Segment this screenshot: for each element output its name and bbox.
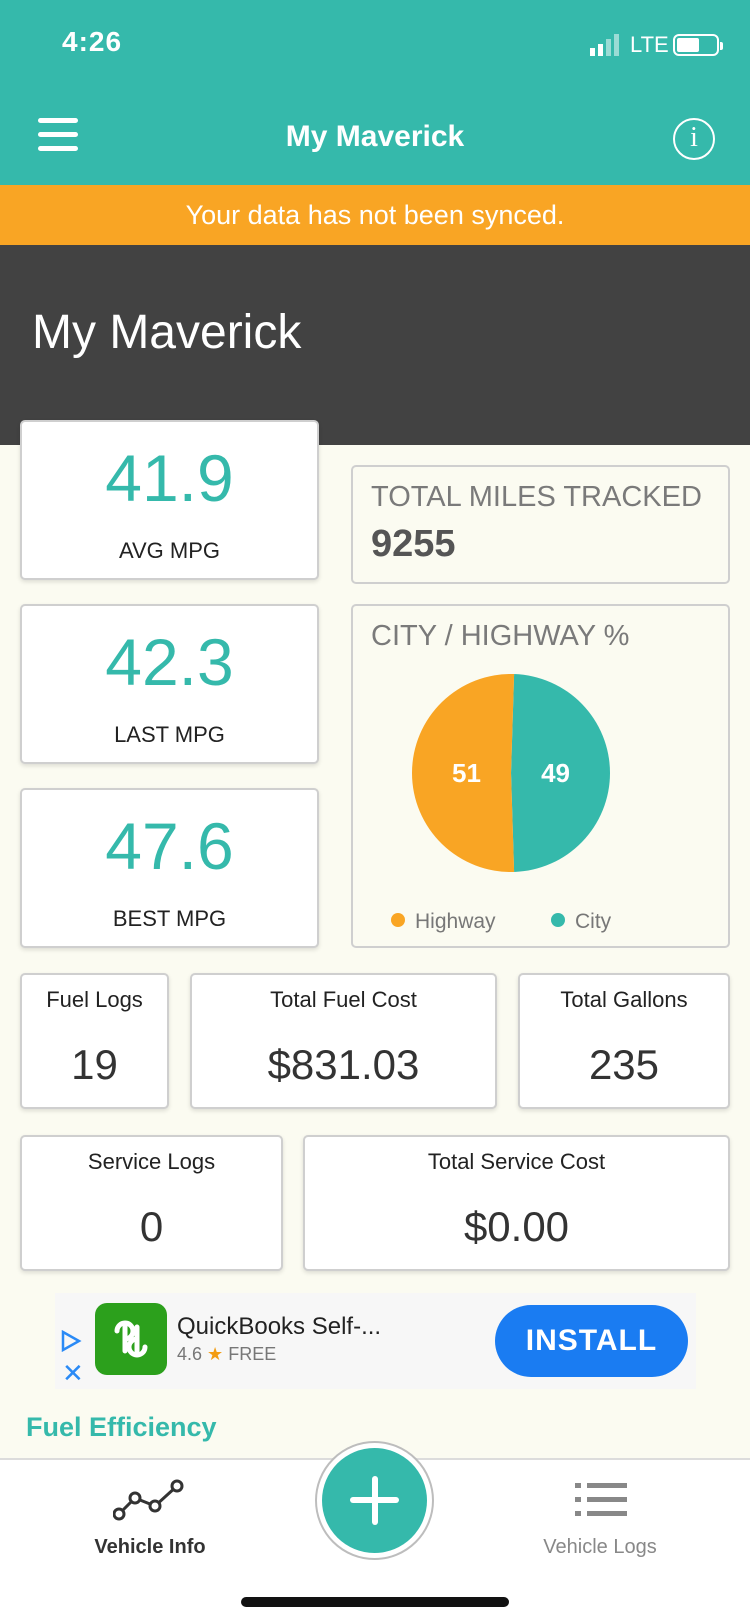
legend-highway-label: Highway bbox=[415, 910, 496, 933]
star-icon: ★ bbox=[207, 1344, 224, 1364]
quickbooks-logo-icon bbox=[95, 1303, 167, 1375]
last-mpg-value: 42.3 bbox=[105, 625, 234, 699]
total-miles-value: 9255 bbox=[371, 523, 456, 565]
ad-choices-icon[interactable] bbox=[60, 1330, 82, 1352]
total-gallons-value: 235 bbox=[588, 1041, 660, 1088]
ad-rating: 4.6 ★ FREE bbox=[177, 1344, 276, 1365]
city-highway-pie: 49 51 bbox=[412, 674, 611, 872]
ad-price: FREE bbox=[228, 1344, 277, 1364]
fuel-efficiency-heading: Fuel Efficiency bbox=[26, 1412, 217, 1442]
avg-mpg-label: AVG MPG bbox=[118, 538, 221, 563]
city-highway-title: CITY / HIGHWAY % bbox=[371, 620, 630, 652]
nav-vehicle-info[interactable]: Vehicle Info bbox=[60, 1536, 240, 1559]
total-service-cost-card[interactable]: Total Service Cost $0.00 bbox=[303, 1135, 730, 1271]
home-indicator bbox=[241, 1597, 509, 1607]
network-label: LTE bbox=[630, 32, 669, 57]
last-mpg-card[interactable]: 42.3 LAST MPG bbox=[20, 604, 319, 764]
total-miles-label: TOTAL MILES TRACKED bbox=[371, 481, 702, 513]
service-logs-label: Service Logs bbox=[87, 1149, 216, 1174]
total-fuel-cost-card[interactable]: Total Fuel Cost $831.03 bbox=[190, 973, 497, 1109]
vehicle-name: My Maverick bbox=[32, 306, 302, 359]
ad-close-icon[interactable]: ✕ bbox=[62, 1360, 84, 1386]
info-icon[interactable]: i bbox=[673, 118, 715, 160]
page-title: My Maverick bbox=[285, 120, 465, 153]
legend-city: City bbox=[551, 910, 611, 934]
last-mpg-label: LAST MPG bbox=[114, 722, 225, 747]
best-mpg-value: 47.6 bbox=[105, 809, 234, 883]
total-gallons-card[interactable]: Total Gallons 235 bbox=[518, 973, 730, 1109]
pie-label-city: 49 bbox=[541, 758, 570, 788]
avg-mpg-card[interactable]: 41.9 AVG MPG bbox=[20, 420, 319, 580]
city-dot-icon bbox=[551, 913, 565, 927]
ad-app-name: QuickBooks Self-... bbox=[177, 1313, 382, 1340]
fuel-logs-value: 19 bbox=[71, 1041, 118, 1088]
total-fuel-cost-label: Total Fuel Cost bbox=[270, 987, 417, 1012]
highway-dot-icon bbox=[391, 913, 405, 927]
avg-mpg-value: 41.9 bbox=[105, 441, 234, 515]
legend-highway: Highway bbox=[391, 910, 496, 934]
total-fuel-cost-value: $831.03 bbox=[267, 1041, 420, 1088]
legend-city-label: City bbox=[575, 910, 612, 933]
service-logs-card[interactable]: Service Logs 0 bbox=[20, 1135, 283, 1271]
install-button[interactable]: INSTALL bbox=[495, 1305, 688, 1377]
total-gallons-label: Total Gallons bbox=[560, 987, 688, 1012]
plus-icon-vertical bbox=[372, 1476, 378, 1525]
battery-icon bbox=[673, 34, 723, 56]
pie-label-highway: 51 bbox=[452, 758, 481, 788]
line-chart-icon[interactable] bbox=[113, 1478, 185, 1522]
best-mpg-label: BEST MPG bbox=[112, 906, 227, 931]
best-mpg-card[interactable]: 47.6 BEST MPG bbox=[20, 788, 319, 948]
fuel-logs-card[interactable]: Fuel Logs 19 bbox=[20, 973, 169, 1109]
signal-icon bbox=[590, 34, 619, 56]
sync-warning-banner[interactable]: Your data has not been synced. bbox=[0, 185, 750, 245]
list-icon[interactable] bbox=[575, 1480, 627, 1520]
total-service-cost-label: Total Service Cost bbox=[427, 1149, 606, 1174]
nav-vehicle-logs[interactable]: Vehicle Logs bbox=[510, 1536, 690, 1559]
status-time: 4:26 bbox=[62, 26, 123, 57]
fuel-logs-label: Fuel Logs bbox=[46, 987, 143, 1012]
total-service-cost-value: $0.00 bbox=[463, 1203, 570, 1250]
total-miles-card: TOTAL MILES TRACKED 9255 bbox=[351, 465, 730, 584]
ad-rating-value: 4.6 bbox=[177, 1344, 203, 1364]
service-logs-value: 0 bbox=[139, 1203, 164, 1250]
